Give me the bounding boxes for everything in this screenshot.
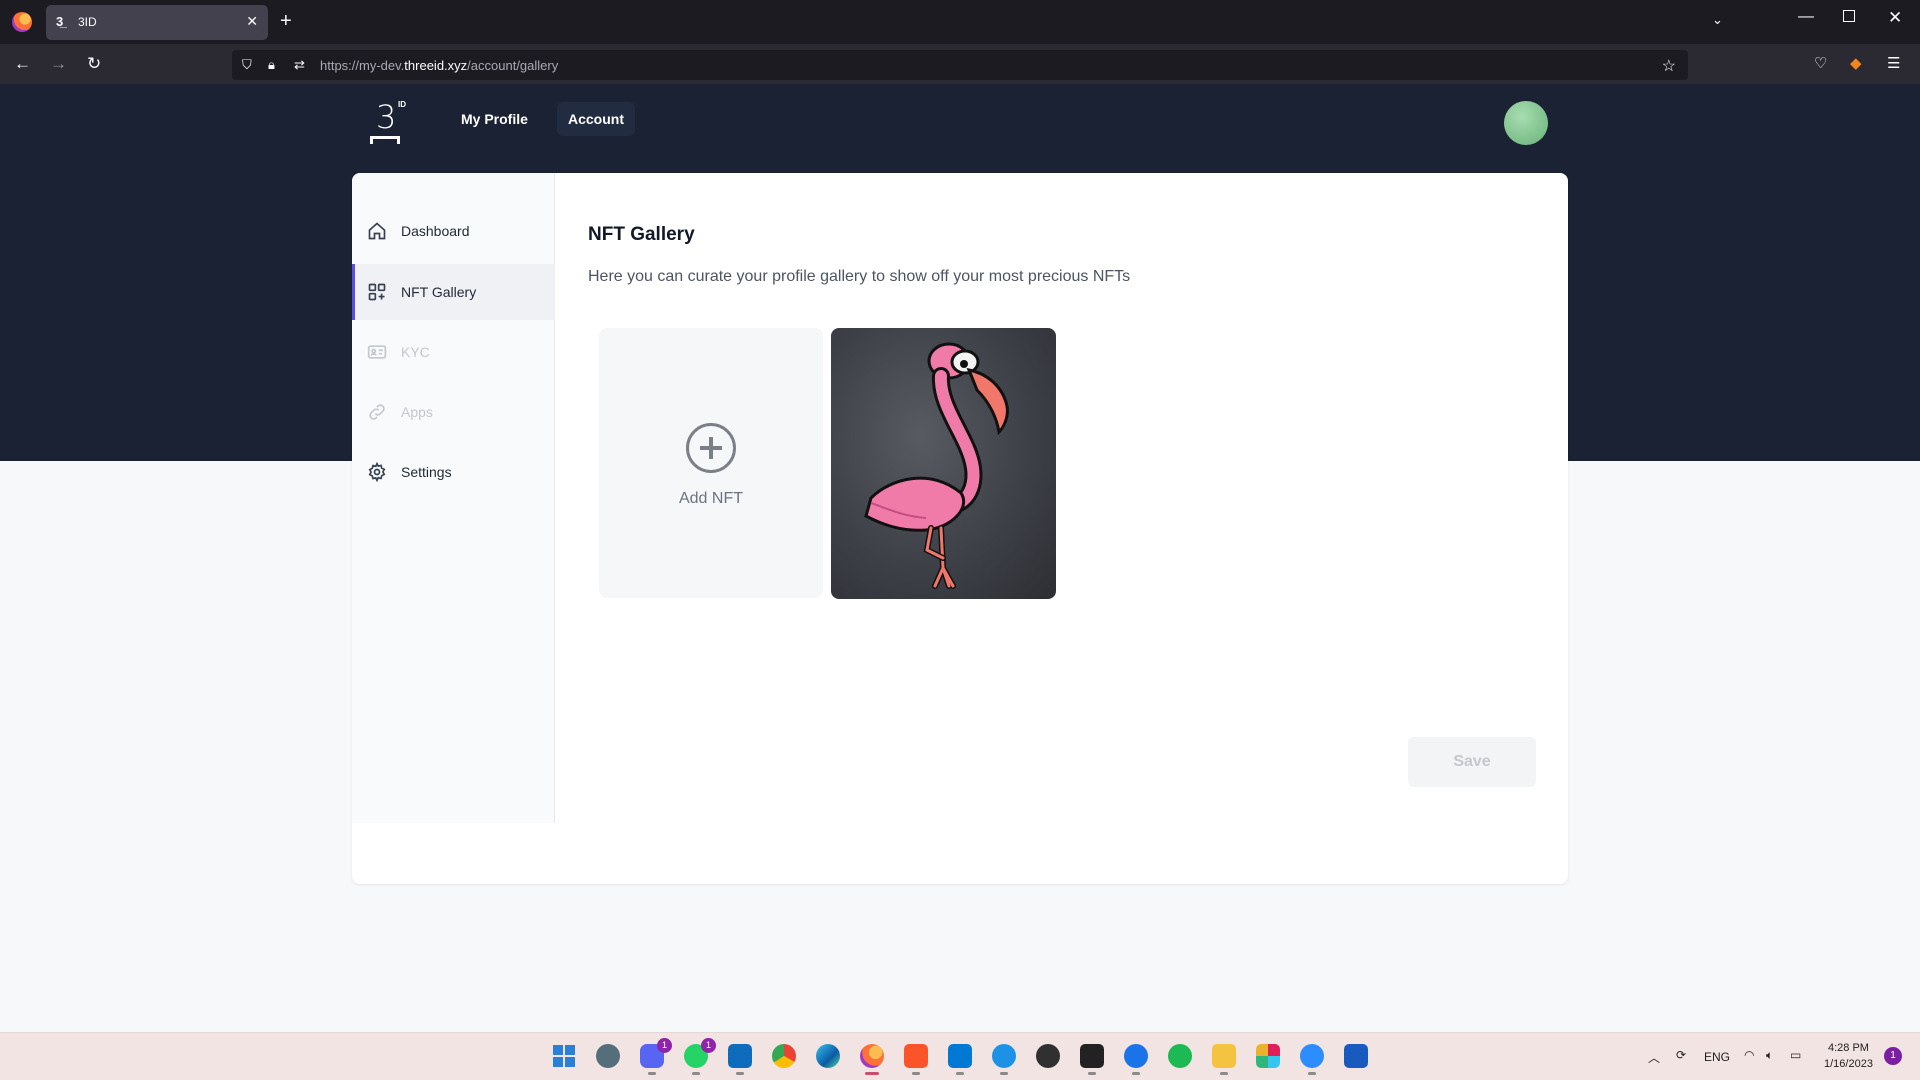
taskbar: 1 1 ︿ ⟳ ENG ◠ 🔈︎ ▭ 4:28 PM 1/16/2023 1	[0, 1032, 1920, 1080]
clock[interactable]: 4:28 PM 1/16/2023	[1824, 1040, 1873, 1072]
slack-icon[interactable]	[1256, 1044, 1280, 1068]
firefox-icon[interactable]	[12, 12, 32, 32]
firefox-taskbar-icon[interactable]	[860, 1044, 884, 1075]
pocket-icon[interactable]: ♡	[1814, 54, 1827, 72]
tab-title: 3ID	[78, 15, 97, 29]
forward-icon[interactable]: →	[50, 54, 67, 74]
flamingo-illustration	[864, 342, 1009, 589]
gear-icon	[368, 462, 386, 482]
volume-muted-icon[interactable]: 🔈︎	[1766, 1048, 1773, 1063]
add-nft-label: Add NFT	[678, 490, 743, 507]
link-icon	[369, 404, 385, 420]
avatar[interactable]	[1504, 101, 1548, 145]
nav-my-profile[interactable]: My Profile	[450, 102, 539, 136]
close-tab-icon[interactable]: ✕	[246, 13, 258, 30]
edge-icon[interactable]	[816, 1044, 840, 1068]
discord-icon[interactable]: 1	[640, 1038, 672, 1075]
close-window-icon[interactable]: ✕	[1888, 8, 1902, 28]
word-icon[interactable]	[1344, 1044, 1368, 1068]
battery-icon[interactable]: ▭	[1790, 1048, 1801, 1062]
shield-icon[interactable]: ⛉	[242, 57, 252, 73]
grid-plus-icon	[368, 283, 386, 301]
add-nft-button[interactable]: Add NFT	[599, 328, 823, 598]
nft-flamingo-image[interactable]	[831, 328, 1056, 599]
page-title: NFT Gallery	[588, 224, 695, 245]
notification-badge[interactable]: 1	[1884, 1047, 1902, 1065]
settings-app-icon[interactable]	[596, 1044, 620, 1068]
docker-icon[interactable]	[992, 1044, 1016, 1075]
main-content: NFT Gallery Here you can curate your pro…	[556, 173, 1568, 884]
account-card: Dashboard NFT Gallery KYC Apps Settings …	[352, 173, 1568, 884]
page: 3 ID My Profile Account Dashboard NFT Ga…	[0, 84, 1920, 1032]
zoom-icon[interactable]	[1300, 1044, 1324, 1075]
sidebar-item-kyc[interactable]: KYC	[352, 324, 555, 380]
url-bar[interactable]: ⛉ 🔒︎ ⇄ https://my-dev.threeid.xyz/accoun…	[232, 50, 1688, 80]
plus-circle-icon	[686, 423, 736, 473]
sync-icon[interactable]: ⟳	[1676, 1048, 1686, 1062]
file-explorer-icon[interactable]	[1212, 1044, 1236, 1075]
windows-start-icon[interactable]	[552, 1044, 576, 1068]
browser-tab-bar: 3̲ 3ID ✕ + ⌄ — ✕	[0, 0, 1920, 44]
lock-icon[interactable]: 🔒︎	[268, 57, 275, 73]
linux-icon[interactable]	[1080, 1044, 1104, 1075]
permissions-icon[interactable]: ⇄	[294, 57, 305, 73]
menu-icon[interactable]: ☰	[1887, 54, 1900, 72]
chevron-down-icon[interactable]: ⌄	[1712, 12, 1723, 28]
page-description: Here you can curate your profile gallery…	[588, 268, 1131, 285]
whatsapp-icon[interactable]: 1	[684, 1038, 716, 1075]
obs-icon[interactable]	[1036, 1044, 1060, 1068]
spotify-icon[interactable]	[1168, 1044, 1192, 1068]
new-tab-icon[interactable]: +	[280, 9, 292, 33]
vscode-icon[interactable]	[948, 1044, 972, 1075]
metamask-icon[interactable]: ◆	[1850, 54, 1862, 72]
sidebar-item-dashboard[interactable]: Dashboard	[352, 203, 555, 259]
outlook-icon[interactable]	[728, 1044, 752, 1075]
chrome-icon[interactable]	[772, 1044, 796, 1068]
brave-icon[interactable]	[904, 1044, 928, 1075]
id-card-icon	[367, 345, 387, 359]
url-text[interactable]: https://my-dev.threeid.xyz/account/galle…	[320, 58, 558, 73]
minimize-icon[interactable]: —	[1798, 8, 1814, 26]
sidebar-item-apps[interactable]: Apps	[352, 384, 555, 440]
threeid-logo[interactable]: 3 ID	[370, 98, 410, 144]
wifi-icon[interactable]: ◠	[1744, 1048, 1754, 1062]
chevron-up-icon[interactable]: ︿	[1648, 1049, 1660, 1066]
sidebar: Dashboard NFT Gallery KYC Apps Settings	[352, 173, 555, 823]
1password-icon[interactable]	[1124, 1044, 1148, 1075]
threeid-favicon-icon: 3̲	[56, 14, 64, 29]
bookmark-star-icon[interactable]: ☆	[1662, 56, 1676, 76]
home-icon	[368, 222, 386, 240]
back-icon[interactable]: ←	[14, 54, 31, 74]
sidebar-item-settings[interactable]: Settings	[352, 444, 555, 500]
sidebar-item-nft-gallery[interactable]: NFT Gallery	[352, 264, 555, 320]
language-indicator[interactable]: ENG	[1704, 1050, 1730, 1064]
save-button[interactable]: Save	[1408, 737, 1536, 787]
nav-account[interactable]: Account	[557, 102, 635, 136]
browser-nav-bar: ← → ↻ ⛉ 🔒︎ ⇄ https://my-dev.threeid.xyz/…	[0, 44, 1920, 84]
browser-tab[interactable]: 3̲ 3ID ✕	[46, 5, 268, 40]
restore-icon[interactable]	[1843, 10, 1855, 22]
reload-icon[interactable]: ↻	[87, 54, 101, 74]
